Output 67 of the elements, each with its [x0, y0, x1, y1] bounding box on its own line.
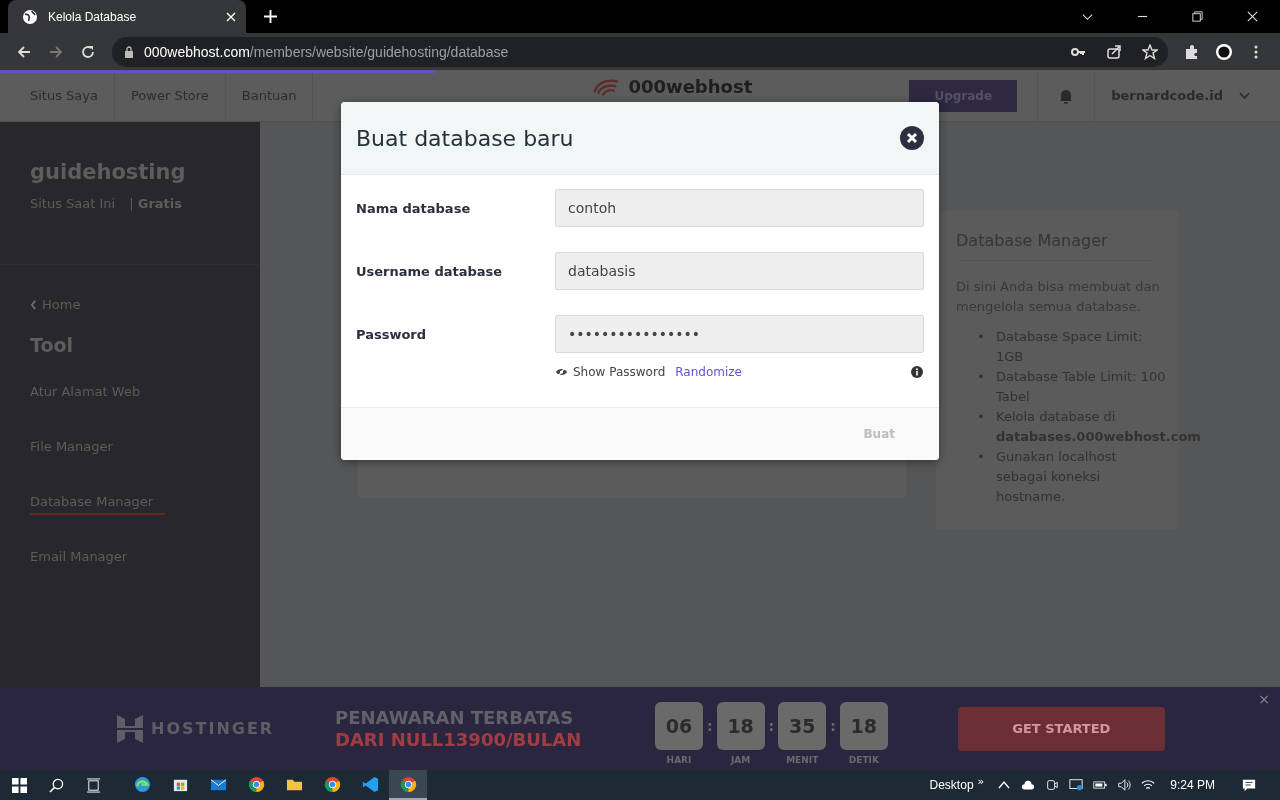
restore-icon[interactable]: [1191, 10, 1204, 23]
back-icon[interactable]: [16, 43, 32, 60]
dialog-title: Buat database baru: [356, 125, 574, 151]
close-button[interactable]: ×: [1258, 691, 1270, 707]
bullet: •: [977, 408, 986, 426]
browser-icon: [399, 775, 417, 793]
wifi-icon[interactable]: [1141, 778, 1156, 792]
toolbar-chevron[interactable]: »: [977, 774, 985, 788]
address-field[interactable]: 000webhost.com/members/website/guidehosting/database: [112, 36, 1168, 67]
task-view-icon[interactable]: [86, 777, 101, 793]
input-field[interactable]: ••••••••••••••••: [555, 315, 924, 353]
globe-icon: [22, 8, 38, 25]
input-field[interactable]: contoh: [555, 189, 924, 227]
browser-tab[interactable]: Kelola Database: [8, 0, 246, 33]
search-icon[interactable]: [49, 777, 64, 793]
get-started-button[interactable]: GET STARTED: [957, 706, 1165, 751]
bullet: •: [977, 328, 986, 346]
randomize-link[interactable]: Randomize: [675, 365, 742, 379]
logo-text: 000webhost: [628, 76, 753, 98]
field-label: Username database: [356, 263, 504, 279]
windows-start-icon[interactable]: [12, 777, 27, 793]
puzzle-icon[interactable]: [1184, 43, 1200, 60]
countdown-label: MENIT: [786, 755, 819, 765]
star-icon[interactable]: [1142, 43, 1158, 60]
separator: :: [830, 717, 836, 736]
promo-price: DARI NULL13900/BULAN: [335, 728, 583, 751]
camera-icon[interactable]: [1045, 778, 1060, 792]
battery-icon[interactable]: [1093, 778, 1108, 792]
eye-icon: [555, 366, 568, 378]
desktop-label[interactable]: Desktop: [929, 778, 974, 792]
separator: :: [768, 717, 775, 736]
bullet: •: [977, 368, 986, 386]
avatar-icon[interactable]: [1216, 43, 1232, 60]
speaker-icon[interactable]: [1117, 778, 1132, 792]
countdown-label: DETIK: [848, 755, 879, 765]
new-tab-icon[interactable]: [264, 10, 277, 23]
bullet: •: [977, 448, 986, 466]
browser-icon: [323, 775, 341, 793]
cloud-icon[interactable]: [1021, 778, 1036, 792]
promo-headline: PENAWARAN TERBATAS: [335, 706, 575, 729]
browser-icon: [247, 775, 265, 793]
forward-icon[interactable]: [48, 43, 64, 60]
countdown-value: 35: [778, 702, 827, 750]
share-icon[interactable]: [1106, 43, 1122, 60]
wave-logo-icon: [133, 775, 151, 793]
logo-icon: [117, 714, 143, 743]
close-icon[interactable]: [1246, 10, 1259, 23]
countdown-label: JAM: [730, 755, 751, 765]
reload-icon[interactable]: [80, 43, 96, 60]
countdown-label: HARI: [666, 755, 692, 765]
brand-name: HOSTINGER: [151, 719, 275, 738]
notification-icon[interactable]: [1242, 778, 1256, 792]
countdown-value: 18: [839, 702, 888, 750]
input-field[interactable]: databasis: [555, 252, 924, 290]
lock-icon: [124, 45, 134, 58]
monitor-icon[interactable]: [1069, 778, 1084, 792]
clock[interactable]: 9:24 PM: [1170, 778, 1215, 792]
separator: :: [707, 717, 713, 736]
taskbar-app[interactable]: [389, 770, 427, 800]
countdown-value: 18: [716, 702, 765, 750]
countdown-value: 06: [655, 702, 703, 750]
field-label: Password: [356, 326, 428, 342]
close-icon[interactable]: [900, 126, 924, 150]
show-password-toggle[interactable]: Show Password: [555, 365, 666, 379]
chevron-icon: [30, 299, 37, 310]
info-icon[interactable]: [911, 366, 923, 378]
field-label: Nama database: [356, 200, 472, 216]
